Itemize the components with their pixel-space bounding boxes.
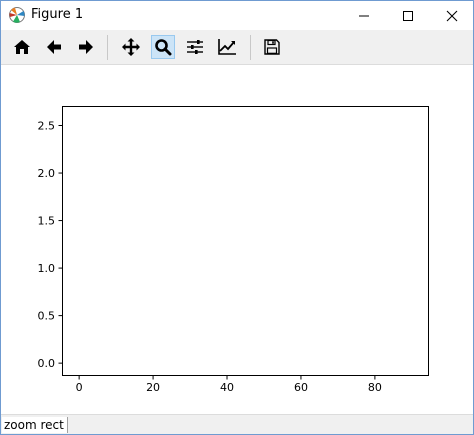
y-tick-label: 2.5 [38,120,56,133]
toolbar-separator [250,35,251,60]
move-icon [122,38,140,56]
floppy-disk-icon [264,39,280,55]
toolbar-separator [107,35,108,60]
y-tick-label: 1.5 [38,215,56,228]
y-tick-label: 0.5 [38,310,56,323]
edit-axes-button[interactable] [215,35,239,59]
title-bar[interactable]: Figure 1 [1,1,473,30]
arrow-left-icon [47,40,61,54]
matplotlib-app-icon [9,7,25,23]
x-tick-label: 20 [146,381,160,394]
close-icon [446,10,458,21]
status-message: zoom rect [2,417,68,433]
pan-button[interactable] [119,35,143,59]
minimize-icon [359,15,369,16]
close-button[interactable] [430,1,473,30]
maximize-icon [403,10,413,21]
back-button[interactable] [42,35,66,59]
y-tick-label: 2.0 [38,167,56,180]
navigation-toolbar [1,30,473,65]
axes-frame [62,106,429,376]
line-chart-icon [218,39,236,55]
y-tick-label: 0.0 [38,357,56,370]
y-axis-ticks: 0.0 0.5 1.0 1.5 2.0 2.5 [38,120,63,370]
minimize-button[interactable] [342,1,386,30]
magnifier-icon [155,39,172,56]
x-tick-label: 0 [76,381,83,394]
configure-subplots-button[interactable] [183,35,207,59]
status-bar: zoom rect [1,414,473,434]
figure-window: Figure 1 0 20 40 60 80 0.0 0.5 1.0 1.5 2… [0,0,474,435]
y-tick-label: 1.0 [38,262,56,275]
x-tick-label: 40 [220,381,234,394]
figure-canvas[interactable]: 0 20 40 60 80 0.0 0.5 1.0 1.5 2.0 2.5 [1,65,473,414]
arrow-right-icon [79,40,93,54]
maximize-button[interactable] [386,1,430,30]
home-icon [14,40,30,54]
x-tick-label: 60 [294,381,308,394]
x-axis-ticks: 0 20 40 60 80 [76,375,382,394]
zoom-button[interactable] [151,35,175,59]
plot-area[interactable]: 0 20 40 60 80 0.0 0.5 1.0 1.5 2.0 2.5 [1,65,473,414]
forward-button[interactable] [74,35,98,59]
sliders-icon [187,40,203,54]
save-button[interactable] [260,35,284,59]
window-title: Figure 1 [31,7,84,22]
home-button[interactable] [10,35,34,59]
x-tick-label: 80 [368,381,382,394]
